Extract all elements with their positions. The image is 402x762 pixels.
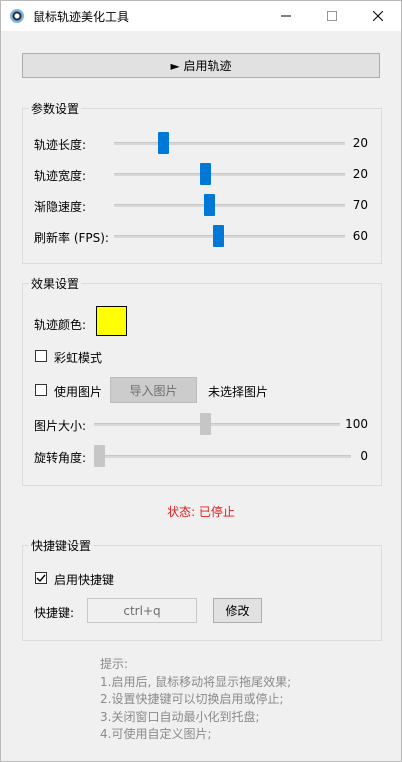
trail-width-track[interactable]: [114, 173, 345, 176]
fade-speed-label: 渐隐速度:: [34, 200, 87, 214]
rotation-label: 旋转角度:: [34, 451, 87, 465]
trail-width-slider-thumb[interactable]: [199, 163, 211, 185]
fps-value: 60: [352, 229, 368, 243]
trail-length-slider-thumb[interactable]: [158, 132, 169, 154]
fade-speed-value: 70: [352, 198, 368, 212]
tips-block: 提示: 1.启用后, 鼠标移动将显示拖尾效果; 2.设置快捷键可以切换启用或停止…: [100, 656, 291, 744]
fps-label: 刷新率 (FPS):: [34, 231, 109, 245]
trail-length-value: 20: [352, 136, 368, 150]
fade-speed-slider-thumb[interactable]: [204, 194, 216, 216]
rotation-track[interactable]: [94, 455, 351, 458]
app-window: 鼠标轨迹美化工具 ► 启用轨迹 参数设置 轨迹长度: 20 轨迹宽度: 20 渐…: [0, 0, 402, 762]
hotkey-label: 快捷键:: [34, 606, 75, 620]
minimize-icon: [281, 15, 291, 17]
params-legend: 参数设置: [29, 100, 82, 117]
tips-title: 提示:: [100, 657, 129, 671]
image-status-text: 未选择图片: [208, 385, 269, 399]
rainbow-mode-label[interactable]: 彩虹模式: [54, 349, 102, 366]
tip-line: 1.启用后, 鼠标移动将显示拖尾效果;: [100, 674, 292, 689]
enable-hotkey-label[interactable]: 启用快捷键: [54, 571, 114, 588]
close-icon: [373, 11, 383, 21]
trail-length-track[interactable]: [114, 142, 345, 145]
rotation-slider-thumb[interactable]: [94, 445, 105, 467]
rotation-value: 0: [360, 449, 368, 463]
minimize-button[interactable]: [263, 1, 309, 31]
hotkey-input[interactable]: ctrl+q: [87, 598, 197, 623]
checkmark-icon: [36, 574, 46, 583]
maximize-icon: [327, 11, 337, 21]
image-size-label: 图片大小:: [34, 419, 87, 433]
trail-length-label: 轨迹长度:: [34, 138, 87, 152]
effects-legend: 效果设置: [29, 275, 82, 292]
close-button[interactable]: [355, 1, 401, 31]
trail-width-label: 轨迹宽度:: [34, 169, 87, 183]
trail-width-value: 20: [352, 167, 368, 181]
hotkey-group: 快捷键设置: [22, 537, 382, 641]
tip-line: 3.关闭窗口自动最小化到托盘;: [100, 709, 260, 724]
maximize-button[interactable]: [309, 1, 355, 31]
use-image-checkbox[interactable]: [35, 384, 47, 396]
tip-line: 2.设置快捷键可以切换启用或停止;: [100, 692, 284, 706]
window-title: 鼠标轨迹美化工具: [33, 10, 130, 24]
app-icon: [10, 9, 24, 23]
trail-color-label: 轨迹颜色:: [34, 318, 87, 332]
trail-color-swatch[interactable]: [96, 306, 127, 336]
rainbow-mode-checkbox[interactable]: [35, 350, 47, 362]
status-text: 状态: 已停止: [167, 505, 235, 519]
modify-hotkey-button[interactable]: 修改: [213, 598, 262, 623]
fps-slider-thumb[interactable]: [213, 225, 224, 247]
image-size-value: 100: [345, 417, 368, 431]
hotkey-legend: 快捷键设置: [29, 537, 94, 554]
title-bar[interactable]: 鼠标轨迹美化工具: [1, 1, 401, 31]
enable-hotkey-checkbox[interactable]: [35, 572, 47, 584]
import-image-button[interactable]: 导入图片: [110, 377, 197, 403]
image-size-slider-thumb[interactable]: [199, 413, 211, 435]
use-image-label[interactable]: 使用图片: [54, 383, 102, 400]
image-size-track[interactable]: [94, 423, 340, 426]
start-trail-button[interactable]: ► 启用轨迹: [22, 53, 380, 78]
fps-track[interactable]: [114, 235, 345, 238]
tip-line: 4.可使用自定义图片;: [100, 727, 212, 741]
fade-speed-track[interactable]: [114, 204, 345, 207]
